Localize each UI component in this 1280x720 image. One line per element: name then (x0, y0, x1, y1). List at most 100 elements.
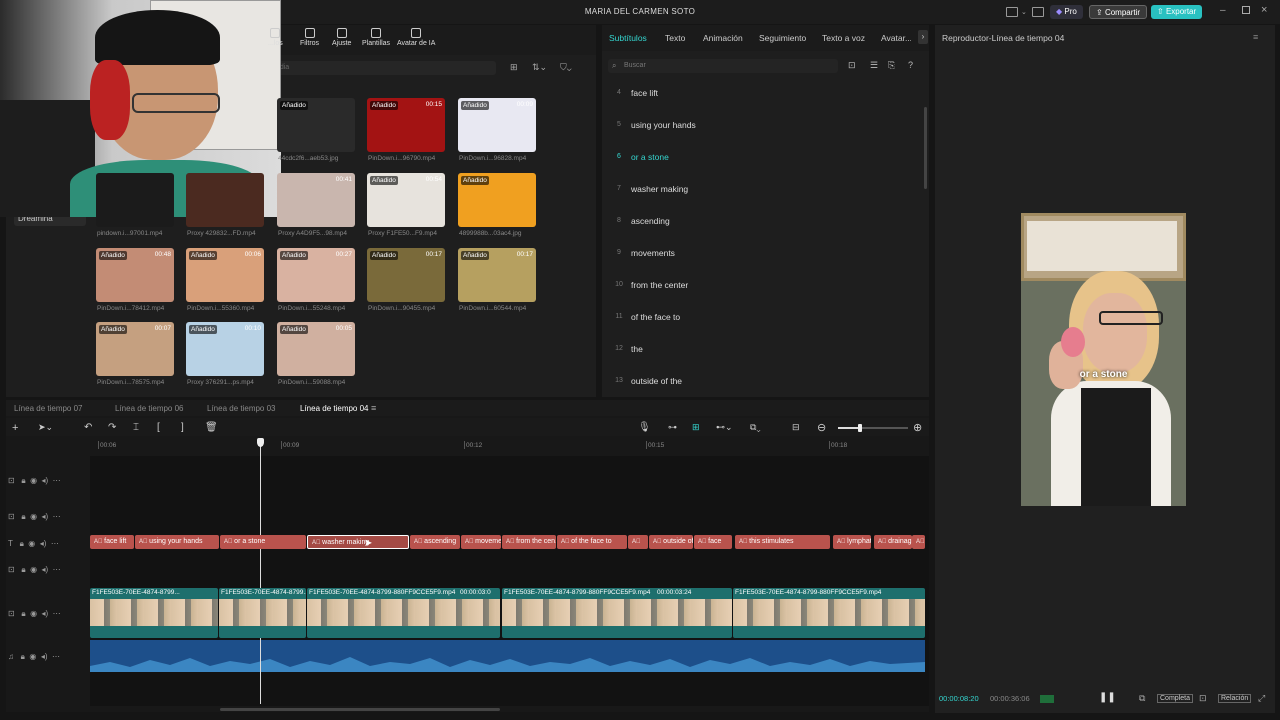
timeline-tab[interactable]: Línea de tiempo 03 (207, 404, 276, 413)
more-icon[interactable]: ⋯ (52, 652, 60, 661)
tabs-scroll-right-icon[interactable]: › (918, 30, 928, 44)
help-icon[interactable]: ? (908, 60, 913, 70)
undo-icon[interactable]: ↶ (84, 422, 92, 433)
chevron-down-icon[interactable]: ⌄ (1021, 8, 1027, 16)
subtitle-row[interactable]: 12 the (612, 344, 912, 377)
media-thumbnail[interactable]: Añadido 00:09 (458, 98, 536, 152)
media-thumbnail[interactable]: Añadido 00:17 (367, 248, 445, 302)
playhead[interactable] (260, 440, 261, 704)
text-clip[interactable]: A⃞ drainag... (874, 535, 912, 549)
video-clip[interactable]: F1FE503E-70EE-4874-8799... (90, 588, 218, 638)
toolbar-filter-button[interactable]: Filtros (300, 28, 319, 47)
volume-icon[interactable]: ◂) (42, 512, 49, 521)
media-thumbnail[interactable]: 00:41 (277, 173, 355, 227)
subtitle-text[interactable]: or a stone (631, 152, 669, 162)
timeline-tab[interactable]: Línea de tiempo 06 (115, 404, 184, 413)
timeline-tab[interactable]: Línea de tiempo 07 (14, 404, 83, 413)
microphone-icon[interactable]: 🎙 (638, 422, 651, 433)
eye-icon[interactable]: ◉ (30, 476, 37, 485)
text-clip[interactable]: A⃞ using your hands (135, 535, 219, 549)
eye-icon[interactable]: ◉ (30, 512, 37, 521)
media-thumbnail[interactable]: Añadido (458, 173, 536, 227)
eye-icon[interactable]: ◉ (30, 565, 37, 574)
subtitle-text[interactable]: of the face to (631, 312, 680, 322)
more-icon[interactable]: ⋯ (53, 565, 61, 574)
text-clip[interactable]: A⃞ face lift (90, 535, 134, 549)
subtitle-text[interactable]: face lift (631, 88, 658, 98)
toolbar-adjust-button[interactable]: Ajuste (332, 28, 351, 47)
text-clip[interactable]: A⃞ moveme... (461, 535, 501, 549)
volume-icon[interactable]: ◂) (42, 476, 49, 485)
media-thumbnail[interactable]: Añadido (277, 98, 355, 152)
grid-view-icon[interactable]: ⊞ (510, 62, 518, 73)
text-clip[interactable]: A⃞ washer making (307, 535, 409, 549)
subtitles-search-input[interactable]: ⌕ Buscar (608, 59, 838, 73)
preview-axis-icon[interactable]: ⧉⌄ (750, 422, 761, 433)
zoom-slider[interactable] (838, 424, 908, 432)
pro-badge[interactable]: ◆ Pro (1050, 5, 1083, 19)
ratio-button[interactable]: Relación (1218, 694, 1252, 703)
redo-icon[interactable]: ↷ (108, 422, 116, 433)
subtitle-row[interactable]: 6 or a stone (612, 152, 912, 185)
subtitle-text[interactable]: movements (631, 248, 675, 258)
subtitle-row[interactable]: 10 from the center (612, 280, 912, 313)
media-thumbnail[interactable]: Añadido 00:17 (458, 248, 536, 302)
media-thumbnail[interactable]: Añadido 00:54 (367, 173, 445, 227)
video-preview[interactable]: or a stone (1021, 213, 1186, 506)
subtitle-text[interactable]: from the center (631, 280, 688, 290)
subtitle-row[interactable]: 13 outside of the (612, 376, 912, 409)
fullscreen-icon[interactable]: ⤢ (1258, 693, 1265, 704)
lock-icon[interactable]: 🔒︎ (20, 539, 24, 548)
subtitle-text[interactable]: washer making (631, 184, 688, 194)
video-clip[interactable]: F1FE503E-70EE-4874-8799-880FF9CCE5F9.mp4… (502, 588, 732, 638)
crop-icon[interactable]: ⧉ (1139, 693, 1145, 704)
filter-icon[interactable]: ⛉⌄ (560, 62, 572, 73)
video-clip[interactable]: F1FE503E-70EE-4874-8799-880FF9CCE5F9.mp4 (733, 588, 925, 638)
zoom-fit-icon[interactable]: ⊡ (1199, 693, 1207, 704)
volume-icon[interactable]: ◂) (42, 565, 49, 574)
volume-icon[interactable]: ◂) (40, 539, 47, 548)
playhead-handle[interactable] (257, 438, 264, 447)
magnet-icon[interactable]: ⊞ (692, 422, 700, 433)
volume-icon[interactable]: ◂) (41, 652, 48, 661)
subtitle-row[interactable]: 8 ascending (612, 216, 912, 249)
video-clip[interactable]: F1FE503E-70EE-4874-8799-880FF9CCE5F9.mp4… (307, 588, 500, 638)
media-thumbnail[interactable]: Añadido 00:05 (277, 322, 355, 376)
edit-icon[interactable]: ⎘ (888, 60, 895, 71)
subtitle-text[interactable]: ascending (631, 216, 670, 226)
zoom-out-icon[interactable]: ⊖ (817, 421, 826, 434)
lock-icon[interactable]: 🔒︎ (21, 512, 25, 521)
subtitle-text[interactable]: outside of the (631, 376, 682, 386)
delete-icon[interactable]: 🗑 (205, 422, 218, 433)
media-thumbnail[interactable]: Añadido 00:10 (186, 322, 264, 376)
lock-icon[interactable]: 🔒︎ (21, 476, 25, 485)
timeline-scrollbar[interactable] (220, 708, 500, 711)
toolbar-template-button[interactable]: Plantillas (362, 28, 390, 47)
media-thumbnail[interactable]: Añadido 00:06 (186, 248, 264, 302)
maximize-icon[interactable] (1242, 6, 1250, 14)
media-thumbnail[interactable]: Añadido 00:15 (367, 98, 445, 152)
tab-texto[interactable]: Texto (665, 33, 685, 43)
minimize-icon[interactable]: – (1220, 5, 1226, 16)
toolbar-ai-avatar-button[interactable]: Avatar de IA (397, 28, 435, 47)
layout-icon[interactable] (1006, 7, 1018, 17)
eye-icon[interactable]: ◉ (29, 652, 36, 661)
subtitle-row[interactable]: 7 washer making (612, 184, 912, 217)
lock-icon[interactable]: 🔒︎ (21, 565, 25, 574)
subtitles-scrollbar[interactable] (924, 107, 927, 189)
subtitle-row[interactable]: 4 face lift (612, 88, 912, 121)
tab-seguimiento[interactable]: Seguimiento (759, 33, 806, 43)
subtitle-row[interactable]: 9 movements (612, 248, 912, 281)
pause-icon[interactable]: ❚❚ (1099, 692, 1116, 703)
tab-animacin[interactable]: Animación (703, 33, 743, 43)
subtitle-row[interactable]: 5 using your hands (612, 120, 912, 153)
eye-icon[interactable]: ◉ (28, 539, 35, 548)
zoom-in-icon[interactable]: ⊕ (913, 421, 922, 434)
timeline-tab-menu-icon[interactable]: ≡ (371, 403, 376, 413)
text-clip[interactable]: A⃞ (912, 535, 925, 549)
media-search-input[interactable]: ...dia (268, 61, 496, 75)
snap-icon[interactable]: ⊷⌄ (716, 422, 733, 433)
media-thumbnail[interactable]: Añadido 00:27 (277, 248, 355, 302)
complete-button[interactable]: Completa (1157, 694, 1193, 703)
menu-icon[interactable]: ≡ (1253, 32, 1258, 42)
